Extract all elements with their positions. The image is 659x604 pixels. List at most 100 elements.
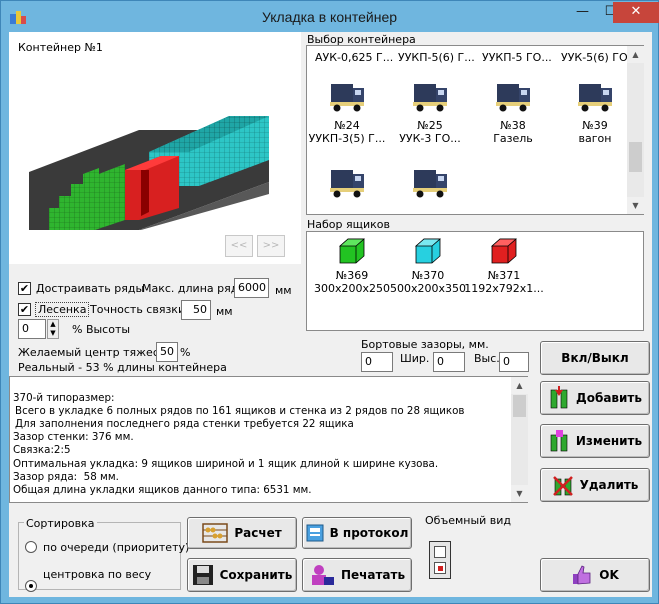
box-icon: [414, 238, 442, 264]
max-row-len-input[interactable]: 6000: [234, 278, 269, 298]
container-item-24-num: №24: [334, 119, 360, 132]
height-spinner[interactable]: ▲ ▼: [47, 319, 59, 339]
log-line-2: Всего в укладке 6 полных рядов по 161 ящ…: [15, 405, 465, 418]
edit-button[interactable]: Изменить: [540, 424, 650, 458]
container-item-top-3[interactable]: УУКП-5 ГО...: [482, 51, 552, 64]
precision-input[interactable]: 50: [181, 300, 211, 320]
height-gap-label: Выс.: [474, 352, 500, 365]
log-line-8: Общая длина укладки ящиков данного типа:…: [13, 483, 312, 496]
log-line-6: Оптимальная укладка: 9 ящиков шириной и …: [13, 457, 439, 470]
center-of-gravity-input[interactable]: 50: [156, 342, 178, 362]
title-bar: Укладка в контейнер — ☐ ✕: [1, 1, 659, 33]
scroll-up-icon[interactable]: ▲: [511, 377, 528, 394]
center-of-gravity-label: Желаемый центр тяжести: [18, 346, 173, 359]
ok-button-label: OK: [599, 568, 619, 582]
edit-box-icon: [550, 430, 568, 452]
sort-by-weight-radio[interactable]: [25, 580, 37, 592]
fill-rows-checkbox[interactable]: ✔: [18, 282, 31, 295]
add-button[interactable]: Добавить: [540, 381, 650, 415]
truck-icon: [330, 84, 364, 112]
window-title: Укладка в контейнер: [261, 9, 398, 25]
log-line-1: 370-й типоразмер:: [13, 392, 115, 405]
log-line-3: Для заполнения последнего ряда стенки тр…: [15, 418, 354, 431]
box-set-header: Набор ящиков: [307, 218, 390, 231]
container-item-25-num: №25: [417, 119, 443, 132]
calc-log[interactable]: 370-й типоразмер: Всего в укладке 6 полны…: [9, 376, 528, 503]
sort-by-priority-radio[interactable]: [25, 541, 37, 553]
to-protocol-button[interactable]: В протокол: [302, 517, 412, 549]
delete-box-icon: [552, 476, 573, 496]
delete-button-label: Удалить: [579, 478, 639, 492]
ladder-checkbox[interactable]: ✔: [18, 303, 31, 316]
next-container-button[interactable]: >>: [257, 235, 285, 257]
ladder-label: Лесенка: [35, 302, 90, 317]
minimize-button[interactable]: —: [569, 2, 596, 23]
toggle-button-label: Вкл/Выкл: [561, 351, 629, 365]
close-button[interactable]: ✕: [613, 2, 659, 23]
prev-container-button[interactable]: <<: [225, 235, 253, 257]
toggle-button[interactable]: Вкл/Выкл: [540, 341, 650, 375]
truck-icon: [578, 84, 612, 112]
log-line-4: Зазор стенки: 376 мм.: [13, 431, 134, 444]
max-row-len-unit: мм: [275, 284, 292, 297]
scroll-thumb[interactable]: [629, 142, 642, 172]
height-gap-input[interactable]: 0: [499, 352, 529, 372]
real-center-text: Реальный - 53 % длины контейнера: [18, 361, 227, 374]
sort-by-weight-label: центровка по весу: [43, 568, 152, 581]
container-item-38[interactable]: №38 Газель: [473, 80, 553, 145]
container-item-row3-1[interactable]: [307, 166, 387, 205]
print-button[interactable]: Печатать: [302, 558, 412, 592]
calc-log-text: 370-й типоразмер: Всего в укладке 6 полны…: [10, 377, 527, 499]
container-list-scrollbar[interactable]: ▲ ▼: [627, 46, 644, 214]
width-gap-input[interactable]: 0: [433, 352, 465, 372]
add-box-icon: [550, 386, 568, 409]
width-gap-label: Шир.: [400, 352, 430, 365]
board-gap-input[interactable]: 0: [361, 352, 393, 372]
dialog-client: Контейнер №1 << >> ✔ Достраивать ряды Ма…: [9, 32, 652, 597]
ok-button[interactable]: OK: [540, 558, 650, 592]
log-line-5: Связка:2:5: [13, 444, 71, 457]
volume-view-switch[interactable]: [429, 541, 451, 579]
box-item-370[interactable]: №370 500x200x350: [388, 236, 468, 295]
container-item-24[interactable]: №24 УУКП-3(5) Г...: [307, 80, 387, 145]
container-item-row3-2[interactable]: [390, 166, 470, 205]
scroll-down-icon[interactable]: ▼: [627, 197, 644, 214]
container-3d-view: [29, 116, 269, 230]
container-item-39[interactable]: №39 вагон: [555, 80, 635, 145]
edit-button-label: Изменить: [575, 434, 643, 448]
switch-top: [434, 546, 446, 558]
height-percent-input[interactable]: 0: [18, 319, 46, 339]
abacus-icon: [202, 523, 229, 543]
main-window: Укладка в контейнер — ☐ ✕ Контейнер №1 <…: [0, 0, 659, 604]
delete-button[interactable]: Удалить: [540, 468, 650, 502]
height-percent-label: % Высоты: [72, 323, 131, 336]
box-set-list[interactable]: №369 300x200x250 №370 500x200x350 №371 1…: [306, 231, 644, 331]
log-line-7: Зазор ряда: 58 мм.: [13, 470, 119, 483]
container-select-list[interactable]: АУК-0,625 Г... УУКП-5(6) Г... УУКП-5 ГО.…: [306, 45, 644, 215]
add-button-label: Добавить: [576, 391, 642, 405]
container-item-24-name: УУКП-3(5) Г...: [308, 132, 386, 145]
scroll-thumb[interactable]: [513, 395, 526, 417]
container-item-39-name: вагон: [578, 132, 612, 145]
truck-icon: [330, 170, 364, 198]
box-item-369[interactable]: №369 300x200x250: [312, 236, 392, 295]
container-item-25[interactable]: №25 УУК-3 ГО...: [390, 80, 470, 145]
fill-rows-label: Достраивать ряды: [36, 282, 145, 295]
calculate-button[interactable]: Расчет: [187, 517, 297, 549]
scroll-down-icon[interactable]: ▼: [511, 485, 528, 502]
container-item-39-num: №39: [582, 119, 608, 132]
box-icon: [338, 238, 366, 264]
save-button[interactable]: Сохранить: [187, 558, 297, 592]
log-scrollbar[interactable]: ▲ ▼: [511, 377, 528, 502]
printer-person-icon: [311, 565, 334, 585]
container-item-top-2[interactable]: УУКП-5(6) Г...: [398, 51, 475, 64]
box-item-371[interactable]: №371 1192x792x1...: [464, 236, 544, 295]
thumbs-up-icon: [573, 565, 591, 585]
sort-by-priority-label: по очереди (приоритету): [43, 541, 190, 554]
precision-label: Точность связки: [90, 303, 186, 316]
scroll-up-icon[interactable]: ▲: [627, 46, 644, 63]
truck-icon: [413, 170, 447, 198]
container-item-38-name: Газель: [493, 132, 533, 145]
calculate-button-label: Расчет: [234, 526, 282, 540]
container-item-top-1[interactable]: АУК-0,625 Г...: [315, 51, 393, 64]
